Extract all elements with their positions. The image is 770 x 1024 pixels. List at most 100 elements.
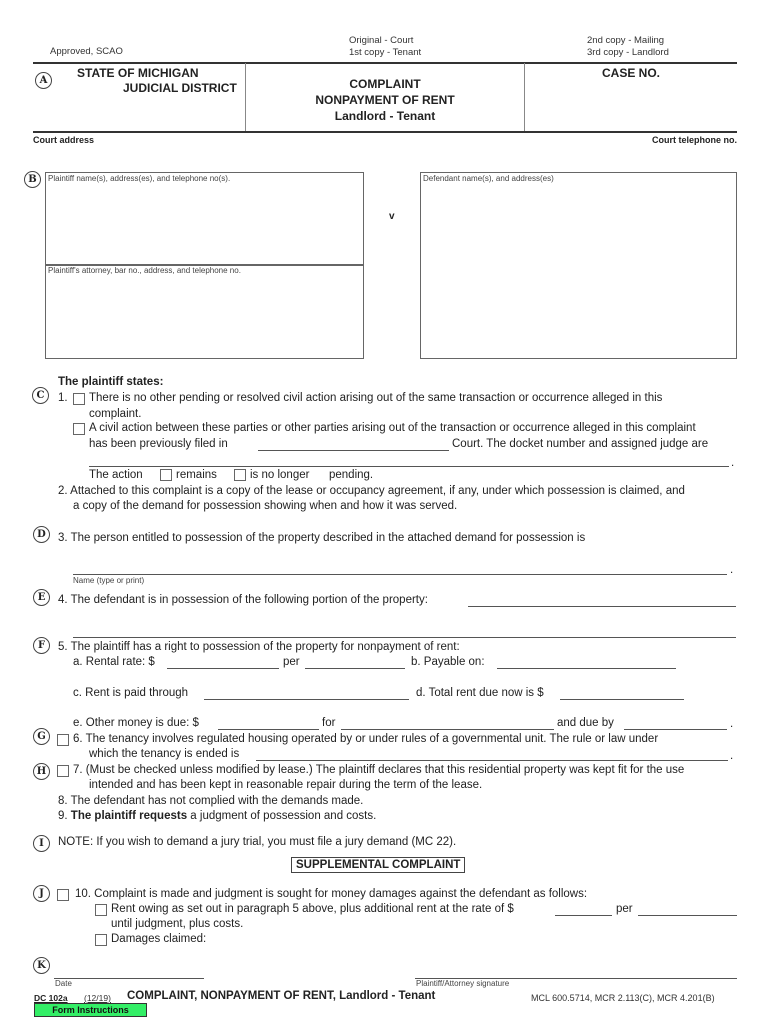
possession-name-field[interactable] <box>73 562 727 578</box>
additional-rent-per-label: per <box>616 903 633 915</box>
marker-k-icon: K <box>33 957 50 974</box>
citations: MCL 600.5714, MCR 2.113(C), MCR 4.201(B) <box>531 993 715 1003</box>
versus-label: v <box>389 211 395 222</box>
copy-first: 1st copy - Tenant <box>349 47 422 58</box>
plaintiff-states-heading: The plaintiff states: <box>58 376 164 388</box>
property-portion-input-2[interactable] <box>73 629 736 641</box>
signature-caption: Plaintiff/Attorney signature <box>416 979 510 988</box>
signature-field[interactable] <box>415 966 737 982</box>
total-rent-label: d. Total rent due now is $ <box>416 687 544 699</box>
property-portion-field-line2[interactable] <box>73 625 736 641</box>
period: . <box>731 457 735 469</box>
case-no-field[interactable]: CASE NO. <box>525 66 737 80</box>
no-other-action-checkbox[interactable] <box>73 393 85 405</box>
other-money-purpose-field[interactable] <box>341 717 554 733</box>
form-revision: (12/19) <box>84 993 111 1003</box>
marker-d-icon: D <box>33 526 50 543</box>
additional-rent-period-field[interactable] <box>638 903 737 919</box>
prior-action-checkbox[interactable] <box>73 423 85 435</box>
payable-on-field[interactable] <box>497 656 676 672</box>
no-longer-pending-checkbox[interactable] <box>234 469 246 481</box>
other-money-field[interactable] <box>218 717 319 733</box>
prior-court-field[interactable] <box>258 438 449 454</box>
statement-5: 5. The plaintiff has a right to possessi… <box>58 641 460 653</box>
copy-distribution-left: Original - Court 1st copy - Tenant <box>349 35 421 59</box>
rule-or-law-input[interactable] <box>256 752 728 764</box>
money-damages-checkbox[interactable] <box>57 889 69 901</box>
statement-3: 3. The person entitled to possession of … <box>58 532 586 544</box>
defendant-box[interactable]: Defendant name(s), and address(es) <box>420 172 737 359</box>
property-fit-checkbox[interactable] <box>57 765 69 777</box>
rental-period-input[interactable] <box>305 660 405 672</box>
approved-label: Approved, SCAO <box>50 46 123 57</box>
payable-on-input[interactable] <box>497 660 676 672</box>
property-portion-input[interactable] <box>468 598 736 610</box>
pending-label: pending. <box>329 469 374 481</box>
rent-owing-checkbox[interactable] <box>95 904 107 916</box>
statement-6-line2: which the tenancy is ended is <box>89 748 240 760</box>
damages-claimed-label: Damages claimed: <box>111 933 207 945</box>
plaintiff-label: Plaintiff name(s), address(es), and tele… <box>48 174 231 183</box>
paid-through-field[interactable] <box>204 687 409 703</box>
statement-1-number: 1. <box>58 392 68 404</box>
attorney-label: Plaintiff's attorney, bar no., address, … <box>48 266 241 275</box>
statement-9-number: 9. <box>58 810 68 822</box>
total-rent-field[interactable] <box>560 687 684 703</box>
prior-court-input[interactable] <box>258 442 449 454</box>
paid-through-input[interactable] <box>204 691 409 703</box>
total-rent-input[interactable] <box>560 691 684 703</box>
date-field[interactable] <box>54 966 204 982</box>
remains-pending-checkbox[interactable] <box>160 469 172 481</box>
district-field[interactable]: JUDICIAL DISTRICT <box>123 81 237 95</box>
rent-owing-label: Rent owing as set out in paragraph 5 abo… <box>111 903 514 915</box>
marker-i-icon: I <box>33 835 50 852</box>
additional-rent-rate-input[interactable] <box>555 907 612 919</box>
rental-per-label: per <box>283 656 300 668</box>
period: . <box>730 564 734 576</box>
rent-until-label: until judgment, plus costs. <box>111 918 244 930</box>
date-input[interactable] <box>54 970 204 982</box>
additional-rent-period-input[interactable] <box>638 907 737 919</box>
statement-1b-line2-post: Court. The docket number and assigned ju… <box>452 438 709 450</box>
date-caption: Date <box>55 979 72 988</box>
other-money-input[interactable] <box>218 721 319 733</box>
form-instructions-button[interactable]: Form Instructions <box>34 1003 147 1017</box>
statement-2-line2: a copy of the demand for possession show… <box>73 500 458 512</box>
form-title-block: COMPLAINT NONPAYMENT OF RENT Landlord - … <box>246 76 524 124</box>
attorney-box[interactable]: Plaintiff's attorney, bar no., address, … <box>45 264 364 359</box>
marker-f-icon: F <box>33 637 50 654</box>
docket-judge-field[interactable] <box>89 454 729 470</box>
marker-b-icon: B <box>24 171 41 188</box>
other-money-purpose-input[interactable] <box>341 721 554 733</box>
due-by-label: and due by <box>557 717 614 729</box>
statement-7-line2: intended and has been kept in reasonable… <box>89 779 483 791</box>
rule-or-law-field[interactable] <box>256 748 728 764</box>
property-portion-field[interactable] <box>468 594 736 610</box>
rental-rate-field[interactable] <box>167 656 279 672</box>
possession-name-input[interactable] <box>73 566 727 578</box>
marker-e-icon: E <box>33 589 50 606</box>
title-landlord-tenant: Landlord - Tenant <box>334 109 436 123</box>
plaintiff-box[interactable]: Plaintiff name(s), address(es), and tele… <box>45 172 364 266</box>
copy-original: Original - Court <box>349 35 414 46</box>
damages-claimed-checkbox[interactable] <box>95 934 107 946</box>
copy-third: 3rd copy - Landlord <box>587 47 669 58</box>
statement-9-rest: a judgment of possession and costs. <box>190 810 377 822</box>
state-label: STATE OF MICHIGAN <box>77 66 199 80</box>
rental-rate-input[interactable] <box>167 660 279 672</box>
other-money-label: e. Other money is due: $ <box>73 717 199 729</box>
due-by-input[interactable] <box>624 721 727 733</box>
marker-c-icon: C <box>32 387 49 404</box>
statement-2-line1: 2. Attached to this complaint is a copy … <box>58 485 685 497</box>
marker-h-icon: H <box>33 763 50 780</box>
additional-rent-rate-field[interactable] <box>555 903 612 919</box>
statement-1b-line2-pre: has been previously filed in <box>89 438 228 450</box>
court-telephone-field[interactable]: Court telephone no. <box>652 135 737 145</box>
court-address-field[interactable]: Court address <box>33 135 94 145</box>
other-money-for-label: for <box>322 717 336 729</box>
regulated-housing-checkbox[interactable] <box>57 734 69 746</box>
rental-period-field[interactable] <box>305 656 405 672</box>
due-by-field[interactable] <box>624 717 727 733</box>
action-label: The action <box>89 469 143 481</box>
rental-rate-label: a. Rental rate: $ <box>73 656 155 668</box>
